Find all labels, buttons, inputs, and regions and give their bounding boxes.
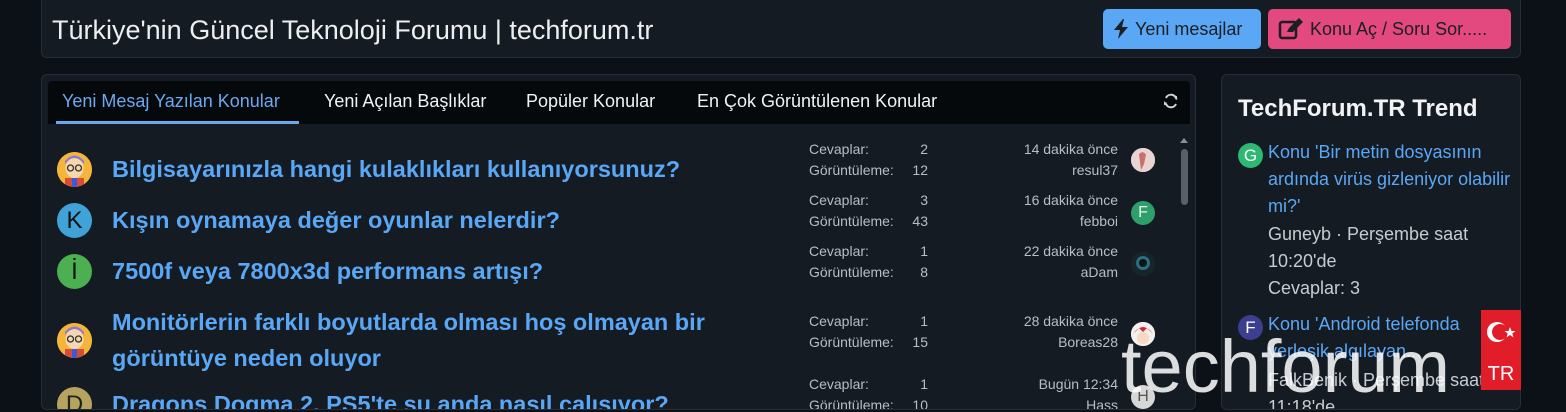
views-count: 15 [912, 334, 928, 350]
avatar-letter: H [1137, 388, 1149, 405]
user-avatar[interactable]: İ [57, 254, 92, 289]
user-avatar[interactable]: K [57, 203, 92, 238]
thread-list-scrollbar[interactable] [1178, 133, 1190, 409]
thread-title[interactable]: Bilgisayarınızla hangi kulaklıkları kull… [112, 151, 772, 187]
views-count: 12 [912, 162, 928, 178]
trend-item-title[interactable]: Konu 'Android telefonda yerleşik algılay… [1268, 311, 1518, 365]
last-post-time[interactable]: 22 dakika önce [972, 243, 1118, 259]
avatar-letter: İ [71, 257, 78, 285]
last-post-time[interactable]: 28 dakika önce [972, 313, 1118, 329]
open-topic-button[interactable]: Konu Aç / Soru Sor..... [1268, 9, 1511, 49]
tabs-bar: Yeni Mesaj Yazılan Konular Yeni Açılan B… [48, 81, 1190, 124]
views-count: 8 [920, 264, 928, 280]
replies-count: 3 [920, 192, 928, 208]
views-count: 10 [912, 397, 928, 410]
cartoon-avatar-icon [57, 152, 92, 187]
views-count: 43 [912, 213, 928, 229]
thread-title[interactable]: Dragons Dogma 2, PS5'te şu anda nasıl ça… [112, 386, 772, 409]
trend-avatar[interactable]: G [1238, 143, 1263, 168]
last-post-user[interactable]: Boreas28 [972, 334, 1118, 350]
avatar-letter: G [1243, 145, 1258, 165]
photo-avatar-icon [1131, 252, 1155, 276]
tab-new-messages[interactable]: Yeni Mesaj Yazılan Konular [62, 91, 280, 112]
last-post-user[interactable]: Hass [972, 397, 1118, 409]
last-post-time[interactable]: Bugün 12:34 [972, 376, 1118, 392]
replies-count: 1 [920, 313, 928, 329]
site-title: Türkiye'nin Güncel Teknoloji Forumu | te… [52, 15, 654, 45]
thread-title[interactable]: Kışın oynamaya değer oyunlar nelerdir? [112, 202, 772, 238]
tab-popular[interactable]: Popüler Konular [526, 91, 655, 112]
last-post-time[interactable]: 16 dakika önce [972, 192, 1118, 208]
open-topic-label: Konu Aç / Soru Sor..... [1310, 18, 1488, 39]
trend-avatar[interactable]: F [1238, 315, 1263, 340]
user-avatar[interactable] [57, 323, 92, 358]
replies-label: Cevaplar: [809, 376, 869, 392]
last-poster-avatar[interactable] [1131, 252, 1155, 276]
views-label: Görüntüleme: [809, 397, 894, 410]
tab-new-threads[interactable]: Yeni Açılan Başlıklar [324, 91, 486, 112]
threads-panel: Yeni Mesaj Yazılan Konular Yeni Açılan B… [41, 74, 1196, 410]
edit-icon [1278, 18, 1303, 40]
replies-count: 1 [920, 376, 928, 392]
last-poster-avatar[interactable] [1131, 148, 1155, 172]
trend-item-title[interactable]: Konu 'Bir metin dosyasının ardında virüs… [1268, 139, 1518, 220]
user-avatar[interactable] [57, 152, 92, 187]
thread-list: Bilgisayarınızla hangi kulaklıkları kull… [42, 127, 1177, 410]
thread-title[interactable]: Monitörlerin farklı boyutlarda olması ho… [112, 304, 772, 376]
replies-count: 2 [920, 141, 928, 157]
last-post-time[interactable]: 14 dakika önce [972, 141, 1118, 157]
lightning-icon [1114, 19, 1128, 39]
photo-avatar-icon [1131, 148, 1155, 172]
trend-item-meta: Guneyb · Perşembe saat 10:20'de [1268, 224, 1469, 271]
replies-count: 1 [920, 243, 928, 259]
replies-label: Cevaplar: [809, 141, 869, 157]
refresh-icon[interactable] [1163, 93, 1179, 109]
last-poster-avatar[interactable]: H [1131, 385, 1155, 409]
trend-item-meta: FalkBenik · Perşembe saat 11:18'de [1268, 370, 1485, 410]
new-messages-button[interactable]: Yeni mesajlar [1103, 9, 1261, 49]
replies-label: Cevaplar: [809, 192, 869, 208]
trend-item-replies: Cevaplar: 3 [1268, 278, 1361, 298]
tab-most-viewed[interactable]: En Çok Görüntülenen Konular [697, 91, 937, 112]
last-poster-avatar[interactable]: F [1131, 201, 1155, 225]
trend-title: TechForum.TR Trend [1238, 95, 1478, 122]
anime-avatar-icon [1131, 322, 1155, 346]
active-tab-underline [56, 121, 299, 124]
last-post-user[interactable]: febboi [972, 213, 1118, 229]
last-post-user[interactable]: aDam [972, 264, 1118, 280]
user-avatar[interactable]: D [57, 387, 92, 410]
trend-panel: TechForum.TR Trend G Konu 'Bir metin dos… [1221, 74, 1521, 410]
avatar-letter: K [66, 206, 83, 234]
header-bar: Türkiye'nin Güncel Teknoloji Forumu | te… [41, 0, 1521, 58]
views-label: Görüntüleme: [809, 162, 894, 178]
replies-label: Cevaplar: [809, 313, 869, 329]
views-label: Görüntüleme: [809, 213, 894, 229]
avatar-letter: D [65, 390, 84, 410]
last-post-user[interactable]: resul37 [972, 162, 1118, 178]
views-label: Görüntüleme: [809, 264, 894, 280]
scrollbar-thumb[interactable] [1181, 149, 1188, 205]
replies-label: Cevaplar: [809, 243, 869, 259]
new-messages-label: Yeni mesajlar [1135, 18, 1243, 39]
avatar-letter: F [1245, 317, 1256, 337]
last-poster-avatar[interactable] [1131, 322, 1155, 346]
thread-title[interactable]: 7500f veya 7800x3d performans artışı? [112, 253, 772, 289]
scroll-up-icon[interactable] [1178, 135, 1190, 145]
views-label: Görüntüleme: [809, 334, 894, 350]
avatar-letter: F [1138, 204, 1148, 221]
cartoon-avatar-icon [57, 323, 92, 358]
